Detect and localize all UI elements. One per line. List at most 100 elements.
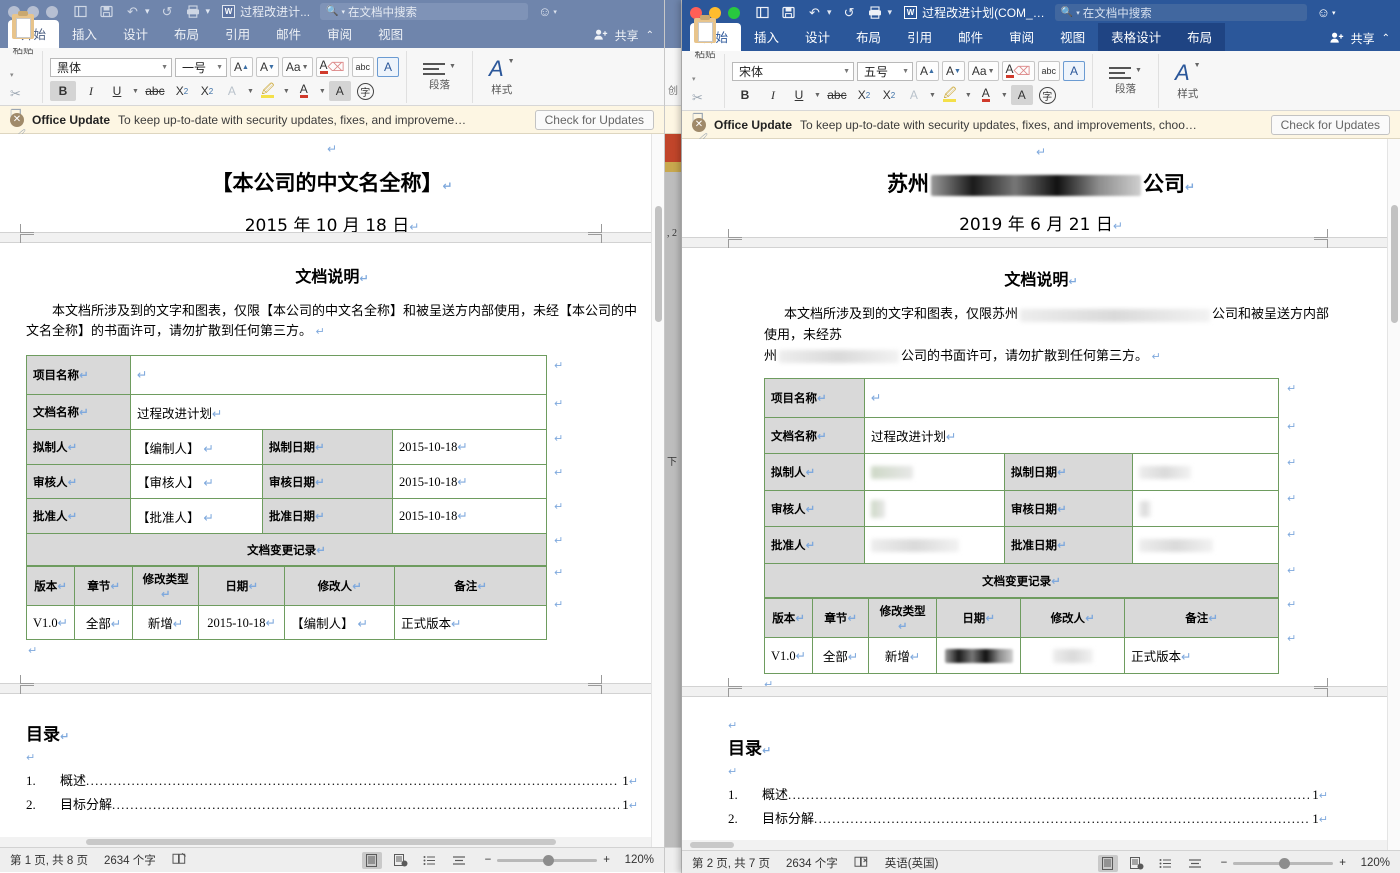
outline-view-button[interactable] <box>449 852 469 869</box>
save-icon[interactable] <box>98 3 115 20</box>
text-effects-caret-icon[interactable]: ▼ <box>247 88 254 95</box>
spelling-button[interactable]: abc <box>351 57 375 77</box>
cell-chapter-value[interactable]: 全部↵ <box>812 637 870 675</box>
cell-review-date-label[interactable]: 审核日期↵ <box>1004 489 1133 528</box>
bold-button[interactable]: B <box>732 85 758 105</box>
table-row[interactable]: 版本↵ 章节↵ 修改类型↵ 日期↵ 修改人↵ 备注↵ <box>763 598 1279 639</box>
sidebar-icon[interactable] <box>754 4 771 21</box>
word-count[interactable]: 2634 个字 <box>786 855 838 871</box>
changelog-table-wrap-left[interactable]: 版本↵ 章节↵ 修改类型↵ 日期↵ 修改人↵ 备注↵ V1.0↵ 全部↵ 新增↵… <box>18 566 646 641</box>
cell-author-date-label[interactable]: 拟制日期↵ <box>262 429 393 465</box>
tab-references[interactable]: 引用 <box>212 20 263 48</box>
cell-reviewer-label[interactable]: 审核人↵ <box>26 463 131 500</box>
cell-author-value[interactable] <box>864 453 1005 491</box>
superscript-button[interactable]: X2 <box>196 81 218 101</box>
info-table-wrap-right[interactable]: 项目名称↵ ↵ 文档名称↵ 过程改进计划↵ 拟制人↵ 拟制日期↵ 审核人↵ 审核… <box>700 378 1382 599</box>
tab-view[interactable]: 视图 <box>1047 23 1098 51</box>
page-1-left[interactable]: ↵ 【本公司的中文名全称】↵ 2015 年 10 月 18 日↵ <box>0 134 664 236</box>
zoom-out-button[interactable]: − <box>1221 857 1228 869</box>
table-row[interactable]: 文档变更记录↵ <box>764 562 1279 599</box>
font-size-select[interactable]: 一号 ▼ <box>175 57 227 77</box>
tab-review[interactable]: 审阅 <box>314 20 365 48</box>
status-bar-right[interactable]: 第 2 页, 共 7 页 2634 个字 英语(英国) − + 120% <box>682 850 1400 873</box>
character-border-button[interactable]: 字 <box>1036 85 1059 105</box>
table-row[interactable]: 拟制人↵ 拟制日期↵ <box>764 453 1279 491</box>
toc-entry-1[interactable]: 1. 概述 ..................................… <box>728 784 1328 803</box>
tab-mailings[interactable]: 邮件 <box>263 20 314 48</box>
table-row[interactable]: V1.0↵ 全部↵ 新增↵ 2015-10-18↵ 【编制人】 ↵ 正式版本↵ <box>25 605 547 641</box>
zoom-slider[interactable] <box>1233 857 1334 869</box>
cell-author-date-value[interactable]: 2015-10-18↵ <box>392 429 547 465</box>
maximize-button[interactable] <box>46 5 58 18</box>
zoom-slider[interactable] <box>497 854 598 866</box>
paste-caret-icon[interactable]: ▾ <box>10 71 14 79</box>
tab-view[interactable]: 视图 <box>365 20 416 48</box>
font-size-caret-icon[interactable]: ▼ <box>216 64 223 71</box>
check-for-updates-button[interactable]: Check for Updates <box>534 109 654 130</box>
clipboard-group-right[interactable]: 粘贴 ▾ ✂ ❐ 🖌 <box>682 14 725 147</box>
table-row[interactable]: V1.0↵ 全部↵ 新增↵ 正式版本↵ <box>763 637 1279 675</box>
cell-chapter-value[interactable]: 全部↵ <box>74 605 134 641</box>
cell-version-value[interactable]: V1.0↵ <box>25 605 76 641</box>
smiley-caret-icon[interactable]: ▾ <box>553 8 557 16</box>
zoom-in-button[interactable]: + <box>603 854 610 866</box>
shading-button[interactable]: A <box>1010 85 1033 105</box>
cell-doc-name-value[interactable]: 过程改进计划↵ <box>864 416 1279 455</box>
shading-button[interactable]: A <box>328 81 351 101</box>
change-case-button[interactable]: Aa ▼ <box>281 57 313 77</box>
underline-caret-icon[interactable]: ▼ <box>814 92 821 99</box>
table-row[interactable]: 批准人↵ 批准日期↵ <box>764 526 1279 564</box>
tab-design[interactable]: 设计 <box>792 23 843 51</box>
changelog-table-right[interactable]: 版本↵ 章节↵ 修改类型↵ 日期↵ 修改人↵ 备注↵ V1.0↵ 全部↵ 新增↵ <box>763 598 1279 675</box>
close-icon[interactable]: ✕ <box>10 112 24 127</box>
view-buttons-left[interactable] <box>361 851 469 869</box>
undo-dropdown-caret-icon[interactable]: ▾ <box>827 7 832 18</box>
table-row[interactable]: 项目名称↵ ↵ <box>26 355 547 395</box>
paste-button[interactable]: 粘贴 <box>10 10 36 57</box>
cell-review-date-label[interactable]: 审核日期↵ <box>262 463 393 500</box>
sliver-canvas[interactable]: , 2 下 <box>665 134 681 847</box>
table-row[interactable]: 审核人↵ 审核日期↵ <box>764 489 1279 528</box>
highlight-button[interactable]: 🖉 <box>257 81 279 101</box>
styles-caret-icon[interactable]: ▼ <box>1194 62 1201 69</box>
font-color-caret-icon[interactable]: ▼ <box>319 88 326 95</box>
text-box-button[interactable]: A <box>377 57 400 77</box>
search-box-left[interactable]: 🔍 ▾ 在文档中搜索 <box>320 3 529 20</box>
tab-layout[interactable]: 布局 <box>161 20 212 48</box>
web-layout-view-button[interactable] <box>1156 855 1176 872</box>
read-mode-view-button[interactable] <box>1127 855 1147 872</box>
ribbon-tabs-right-right[interactable]: 共享 ⌃ <box>1329 30 1400 51</box>
web-layout-view-button[interactable] <box>420 852 440 869</box>
page-3-right[interactable]: ↵ 目录↵ ↵ 1. 概述 ..........................… <box>682 697 1400 847</box>
undo-dropdown-caret-icon[interactable]: ▾ <box>145 6 150 17</box>
search-box-right[interactable]: 🔍 ▾ 在文档中搜索 <box>1054 4 1307 21</box>
feedback-smiley-right[interactable]: ☺ ▾ <box>1317 5 1336 20</box>
horizontal-scroll-thumb[interactable] <box>86 839 556 845</box>
text-effects-button[interactable]: A <box>221 81 243 101</box>
proofing-icon[interactable] <box>172 852 187 868</box>
redo-icon[interactable]: ↺ <box>159 3 176 20</box>
cell-approve-date-label[interactable]: 批准日期↵ <box>1004 526 1133 564</box>
cell-change-type-value[interactable]: 新增↵ <box>132 605 200 641</box>
tab-table-layout[interactable]: 布局 <box>1174 23 1226 51</box>
tab-review[interactable]: 审阅 <box>996 23 1047 51</box>
cell-project-name-value[interactable]: ↵ <box>130 355 547 395</box>
language-indicator[interactable]: 英语(英国) <box>885 855 939 871</box>
page-3-left[interactable]: 目录↵ ↵ 1. 概述 ............................… <box>0 694 664 844</box>
cell-approver-value[interactable] <box>864 526 1005 564</box>
paragraph-caret-icon[interactable]: ▼ <box>449 63 456 70</box>
vertical-scroll-thumb[interactable] <box>655 206 662 322</box>
cell-doc-name-value[interactable]: 过程改进计划↵ <box>130 393 547 431</box>
cell-col-modifier[interactable]: 修改人↵ <box>1020 598 1126 639</box>
highlight-caret-icon[interactable]: ▼ <box>283 88 290 95</box>
cell-col-change-type[interactable]: 修改类型↵ <box>132 566 200 607</box>
styles-group-left[interactable]: A ▼ 样式 <box>473 51 531 103</box>
cell-doc-name-label[interactable]: 文档名称↵ <box>764 416 865 455</box>
sidebar-icon[interactable] <box>72 3 89 20</box>
text-box-button[interactable]: A <box>1063 61 1086 81</box>
toc-entry-2[interactable]: 2. 目标分解 ................................… <box>26 794 638 813</box>
check-for-updates-button[interactable]: Check for Updates <box>1270 114 1390 135</box>
tab-design[interactable]: 设计 <box>110 20 161 48</box>
cell-author-date-label[interactable]: 拟制日期↵ <box>1004 453 1133 491</box>
styles-group-right[interactable]: A ▼ 样式 <box>1159 54 1217 108</box>
